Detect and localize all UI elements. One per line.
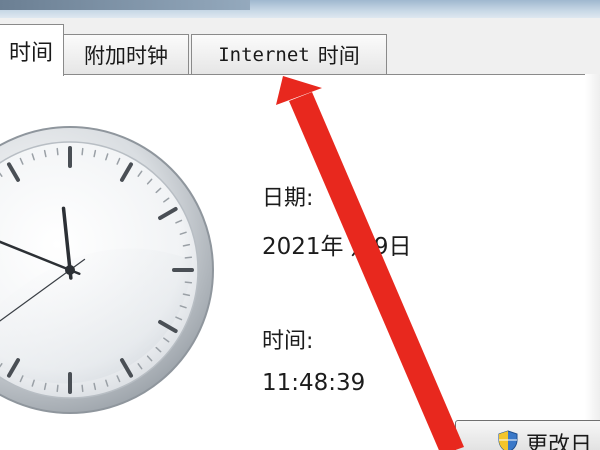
clock-tick-minor xyxy=(184,256,193,259)
analog-clock-icon xyxy=(0,126,214,414)
clock-center-pin xyxy=(65,265,75,275)
date-time-dialog: 时间 附加时钟 Internet 时间 日期: 2021年 月9日 时间: 11… xyxy=(0,0,600,450)
tab-internet-time-prefix: Internet xyxy=(218,43,310,66)
window-frame xyxy=(0,0,600,18)
uac-shield-icon xyxy=(498,430,518,450)
clock-tick-minor xyxy=(56,384,59,393)
time-label: 时间: xyxy=(262,329,314,354)
change-date-time-button[interactable]: 更改日 xyxy=(455,420,600,450)
tab-date-time[interactable]: 时间 xyxy=(0,24,64,76)
date-value: 2021年 月9日 xyxy=(262,234,412,260)
clock-tick-minor xyxy=(81,384,84,393)
tab-date-time-label: 时间 xyxy=(8,40,53,66)
tab-internet-time[interactable]: Internet 时间 xyxy=(191,34,387,74)
tab-additional-clocks-label: 附加时钟 xyxy=(84,43,168,68)
time-value: 11:48:39 xyxy=(262,370,366,396)
clock-tick-minor xyxy=(56,147,59,156)
panel-edge-shadow xyxy=(585,74,600,450)
clock-tick-minor xyxy=(184,281,193,284)
tab-internet-time-suffix: 时间 xyxy=(317,43,360,68)
tab-additional-clocks[interactable]: 附加时钟 xyxy=(63,34,189,74)
window-titlebar xyxy=(0,0,250,10)
date-label: 日期: xyxy=(262,186,314,211)
clock-tick-minor xyxy=(81,147,84,156)
change-date-time-label: 更改日 xyxy=(526,433,593,450)
